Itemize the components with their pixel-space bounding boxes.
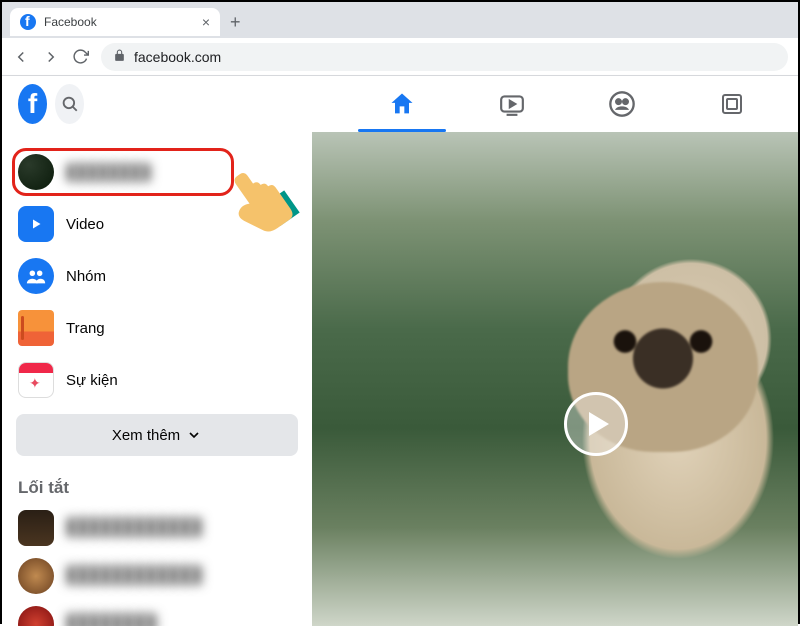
shortcut-label: ████████████ (66, 567, 202, 585)
nav-watch[interactable] (462, 76, 562, 132)
tab-title: Facebook (44, 15, 194, 29)
watch-icon (499, 91, 525, 117)
shortcut-label: ████████████ (66, 519, 202, 537)
facebook-header: f (2, 76, 798, 132)
sidebar-item-events[interactable]: Sự kiện (10, 354, 304, 406)
reload-button[interactable] (72, 48, 89, 65)
new-tab-button[interactable]: + (230, 12, 241, 33)
shortcut-thumb (18, 606, 54, 626)
shortcut-label: ████████ (66, 615, 157, 626)
gaming-icon (720, 92, 744, 116)
shortcut-item[interactable]: ████████████ (10, 504, 304, 552)
browser-tab[interactable]: Facebook × (10, 8, 220, 36)
shortcut-item[interactable]: ████████ (10, 600, 304, 626)
lock-icon (113, 49, 126, 65)
facebook-logo[interactable]: f (18, 84, 47, 124)
video-icon (18, 206, 54, 242)
nav-home[interactable] (352, 76, 452, 132)
shortcut-item[interactable]: ████████████ (10, 552, 304, 600)
url-field[interactable]: facebook.com (101, 43, 788, 71)
groups-icon (608, 90, 636, 118)
close-tab-icon[interactable]: × (202, 14, 210, 30)
nav-tabs (352, 76, 782, 132)
sidebar: ████████ Video Nhóm Trang Sự kiện Xem th… (2, 132, 312, 626)
feed (312, 132, 798, 626)
facebook-favicon (20, 14, 36, 30)
play-button[interactable] (564, 392, 628, 456)
nav-gaming[interactable] (682, 76, 782, 132)
shortcuts-heading: Lối tắt (10, 464, 304, 504)
avatar (18, 154, 54, 190)
browser-address-bar: facebook.com (2, 38, 798, 76)
home-icon (388, 90, 416, 118)
main-content: ████████ Video Nhóm Trang Sự kiện Xem th… (2, 132, 798, 626)
sidebar-profile[interactable]: ████████ (10, 146, 304, 198)
chevron-down-icon (186, 427, 202, 443)
events-icon (18, 362, 54, 398)
pages-icon (18, 310, 54, 346)
shortcut-thumb (18, 510, 54, 546)
url-text: facebook.com (134, 49, 221, 65)
back-button[interactable] (12, 48, 30, 66)
profile-name: ████████ (66, 164, 151, 181)
sidebar-item-label: Sự kiện (66, 372, 118, 389)
forward-button[interactable] (42, 48, 60, 66)
groups-icon (18, 258, 54, 294)
sidebar-item-label: Trang (66, 320, 105, 337)
sidebar-item-video[interactable]: Video (10, 198, 304, 250)
see-more-button[interactable]: Xem thêm (16, 414, 298, 456)
browser-tab-bar: Facebook × + (2, 2, 798, 38)
nav-groups[interactable] (572, 76, 672, 132)
shortcut-thumb (18, 558, 54, 594)
sidebar-item-pages[interactable]: Trang (10, 302, 304, 354)
sidebar-item-label: Nhóm (66, 268, 106, 285)
see-more-label: Xem thêm (112, 427, 180, 444)
search-button[interactable] (55, 84, 84, 124)
sidebar-item-label: Video (66, 216, 104, 233)
sidebar-item-groups[interactable]: Nhóm (10, 250, 304, 302)
